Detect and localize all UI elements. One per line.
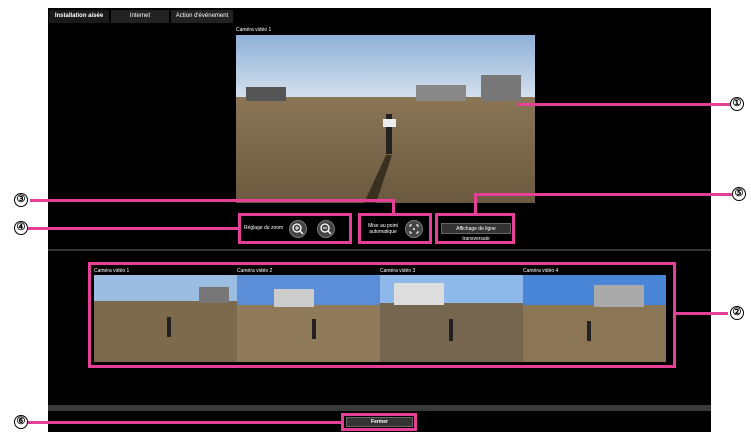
callout-line-3-drop [392, 199, 395, 215]
callout-line-5 [474, 193, 732, 196]
footer-bar [48, 405, 711, 411]
callout-box-autofocus [358, 213, 432, 244]
callout-number-6: ⑥ [14, 415, 28, 429]
tab-event-action[interactable]: Action d'événement [171, 10, 233, 23]
callout-line-1 [518, 103, 730, 106]
main-camera-image [236, 35, 535, 203]
callout-number-1: ① [730, 97, 744, 111]
callout-box-guide-line [435, 213, 515, 244]
callout-box-zoom [238, 213, 352, 244]
tab-internet[interactable]: Internet [111, 10, 169, 23]
callout-line-5-drop [474, 193, 477, 215]
tab-easy-setup[interactable]: Installation aisée [49, 10, 109, 23]
callout-box-thumbnails [88, 262, 676, 368]
callout-number-5: ⑤ [732, 187, 746, 201]
callout-line-4 [28, 227, 240, 230]
callout-line-2 [676, 312, 728, 315]
divider [48, 249, 711, 251]
callout-number-3: ③ [14, 193, 28, 207]
callout-line-3 [30, 199, 393, 202]
callout-box-close [341, 413, 417, 431]
callout-line-6 [28, 421, 343, 424]
callout-number-2: ② [730, 306, 744, 320]
main-camera-caption: Caméra vidéo 1 [236, 27, 272, 33]
callout-number-4: ④ [14, 221, 28, 235]
